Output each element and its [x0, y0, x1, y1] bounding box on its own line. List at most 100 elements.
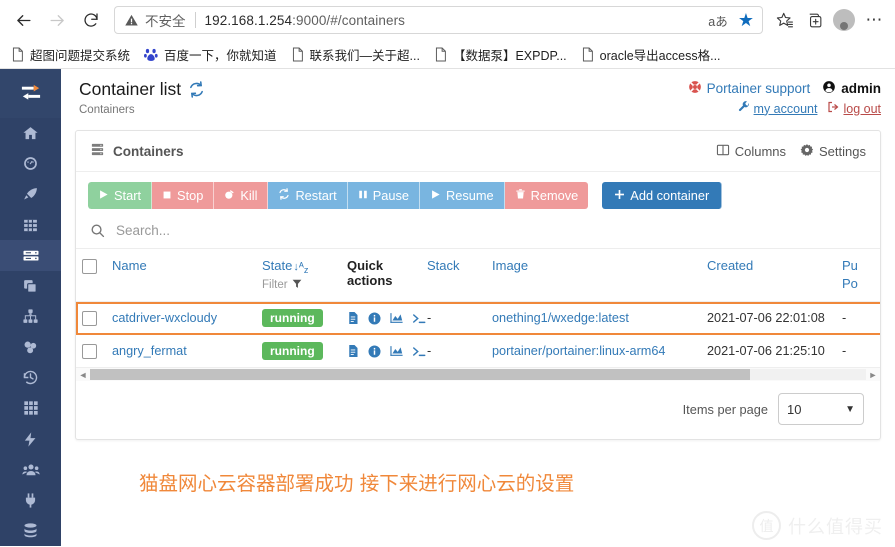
container-name-link[interactable]: angry_fermat	[112, 344, 187, 358]
sidebar-item-registries[interactable]	[0, 485, 61, 516]
sidebar-item-host[interactable]	[0, 393, 61, 424]
sidebar-item-home[interactable]	[0, 118, 61, 149]
column-header-image[interactable]: Image	[486, 249, 701, 302]
cell-name[interactable]: catdriver-wxcloudy	[106, 301, 256, 335]
profile-avatar[interactable]	[829, 5, 859, 35]
sidebar-item-events[interactable]	[0, 363, 61, 394]
back-button[interactable]	[6, 3, 40, 37]
status-badge: running	[262, 309, 323, 328]
logs-icon[interactable]	[347, 311, 359, 325]
state-filter[interactable]: Filter	[262, 278, 335, 292]
bookmark-item[interactable]: 【数据泵】EXPDP...	[427, 43, 574, 66]
sidebar-item-dashboard[interactable]	[0, 149, 61, 180]
cell-image[interactable]: onething1/wxedge:latest	[486, 301, 701, 335]
add-container-button[interactable]: Add container	[602, 182, 723, 209]
bookmarks-bar: 超图问题提交系统 百度一下，你就知道 联系我们—关于超... 【数据泵】EXPD…	[0, 40, 895, 68]
user-icon	[822, 80, 836, 97]
restart-label: Restart	[295, 188, 337, 203]
inspect-icon[interactable]	[368, 345, 381, 358]
watermark-logo: 值	[752, 511, 781, 540]
console-icon[interactable]	[412, 312, 426, 325]
lifebuoy-icon	[688, 80, 702, 97]
sidebar-item-settings[interactable]	[0, 515, 61, 546]
stats-icon[interactable]	[390, 345, 403, 357]
sidebar-item-volumes[interactable]	[0, 332, 61, 363]
sidebar-item-containers[interactable]	[0, 240, 61, 271]
image-link[interactable]: portainer/portainer:linux-arm64	[492, 344, 665, 358]
table-head: Name State↓ᴬz Filter Quick actions Stack	[76, 249, 880, 302]
search-input[interactable]	[114, 222, 518, 239]
sidebar-item-stacks[interactable]	[0, 210, 61, 241]
bookmark-item[interactable]: 联系我们—关于超...	[284, 43, 427, 66]
columns-button[interactable]: Columns	[716, 143, 786, 160]
sidebar-item-app-templates[interactable]	[0, 179, 61, 210]
console-icon[interactable]	[412, 345, 426, 358]
image-link[interactable]: onething1/wxedge:latest	[492, 311, 629, 325]
start-button[interactable]: Start	[88, 182, 153, 209]
scroll-right-arrow[interactable]: ►	[866, 370, 880, 380]
cell-image[interactable]: portainer/portainer:linux-arm64	[486, 334, 701, 368]
pause-icon	[358, 188, 368, 203]
logs-icon[interactable]	[347, 344, 359, 358]
column-header-state[interactable]: State↓ᴬz Filter	[256, 249, 341, 302]
items-per-page-select[interactable]: 10 ▼	[778, 393, 864, 426]
address-bar[interactable]: 不安全 192.168.1.254:9000/#/containers aあ ★	[114, 6, 763, 34]
kill-button[interactable]: Kill	[214, 182, 269, 209]
bookmark-item[interactable]: oracle导出access格...	[574, 43, 728, 66]
settings-button[interactable]: Settings	[800, 143, 866, 160]
column-header-name[interactable]: Name	[106, 249, 256, 302]
user-menu[interactable]: admin	[822, 80, 881, 97]
container-name-link[interactable]: catdriver-wxcloudy	[112, 311, 217, 325]
remove-button[interactable]: Remove	[504, 182, 589, 209]
stop-button[interactable]: Stop	[152, 182, 215, 209]
inspect-icon[interactable]	[368, 312, 381, 325]
select-all-checkbox[interactable]	[82, 259, 97, 275]
pause-label: Pause	[372, 188, 409, 203]
forward-button[interactable]	[40, 3, 74, 37]
panel-header: Containers Columns Settings	[76, 131, 880, 172]
resume-button[interactable]: Resume	[419, 182, 505, 209]
favorite-star-icon[interactable]: ★	[733, 8, 759, 32]
remove-label: Remove	[530, 188, 579, 203]
sort-az-icon[interactable]: ↓ᴬz	[293, 261, 308, 275]
portainer-support-link[interactable]: Portainer support	[688, 80, 810, 97]
cell-name[interactable]: angry_fermat	[106, 334, 256, 368]
sidebar-item-networks[interactable]	[0, 301, 61, 332]
plus-icon	[614, 188, 625, 203]
containers-panel: Containers Columns Settings Start Stop K…	[75, 130, 881, 441]
column-header-created[interactable]: Created	[701, 249, 836, 302]
logout-link[interactable]: log out	[827, 101, 881, 116]
chevron-down-icon: ▼	[845, 403, 855, 415]
container-action-group: Start Stop Kill Restart Pause Resume Rem…	[88, 182, 589, 209]
stats-icon[interactable]	[390, 312, 403, 324]
pause-button[interactable]: Pause	[347, 182, 420, 209]
sidebar-toggle[interactable]	[0, 69, 61, 119]
horizontal-scrollbar[interactable]: ◄ ►	[76, 367, 880, 382]
scrollbar-thumb[interactable]	[90, 369, 750, 381]
panel-title-label: Containers	[113, 143, 184, 159]
sidebar-item-endpoints[interactable]	[0, 424, 61, 455]
column-label-image: Image	[492, 258, 529, 273]
sidebar-item-users[interactable]	[0, 454, 61, 485]
more-options-icon[interactable]: ⋯	[859, 5, 889, 35]
bookmark-item[interactable]: 百度一下，你就知道	[137, 43, 284, 66]
scrollbar-track[interactable]	[90, 369, 866, 381]
refresh-icon[interactable]	[188, 81, 205, 98]
table-row[interactable]: catdriver-wxcloudy running - onething1/w…	[76, 301, 880, 335]
favorites-icon[interactable]	[769, 5, 799, 35]
scroll-left-arrow[interactable]: ◄	[76, 370, 90, 380]
column-header-stack[interactable]: Stack	[421, 249, 486, 302]
watermark-label: 什么值得买	[788, 516, 883, 537]
table-row[interactable]: angry_fermat running - portainer/portain…	[76, 334, 880, 368]
sidebar-item-images[interactable]	[0, 271, 61, 302]
reload-button[interactable]	[74, 3, 108, 37]
restart-button[interactable]: Restart	[268, 182, 348, 209]
bookmark-item[interactable]: 超图问题提交系统	[4, 43, 137, 66]
column-header-published-ports[interactable]: Pu Po	[836, 249, 880, 302]
collections-icon[interactable]	[799, 5, 829, 35]
row-checkbox[interactable]	[82, 310, 97, 326]
my-account-link[interactable]: my account	[738, 101, 817, 116]
cell-state: running	[256, 334, 341, 368]
reading-mode-icon[interactable]: aあ	[705, 8, 731, 32]
row-checkbox[interactable]	[82, 343, 97, 359]
